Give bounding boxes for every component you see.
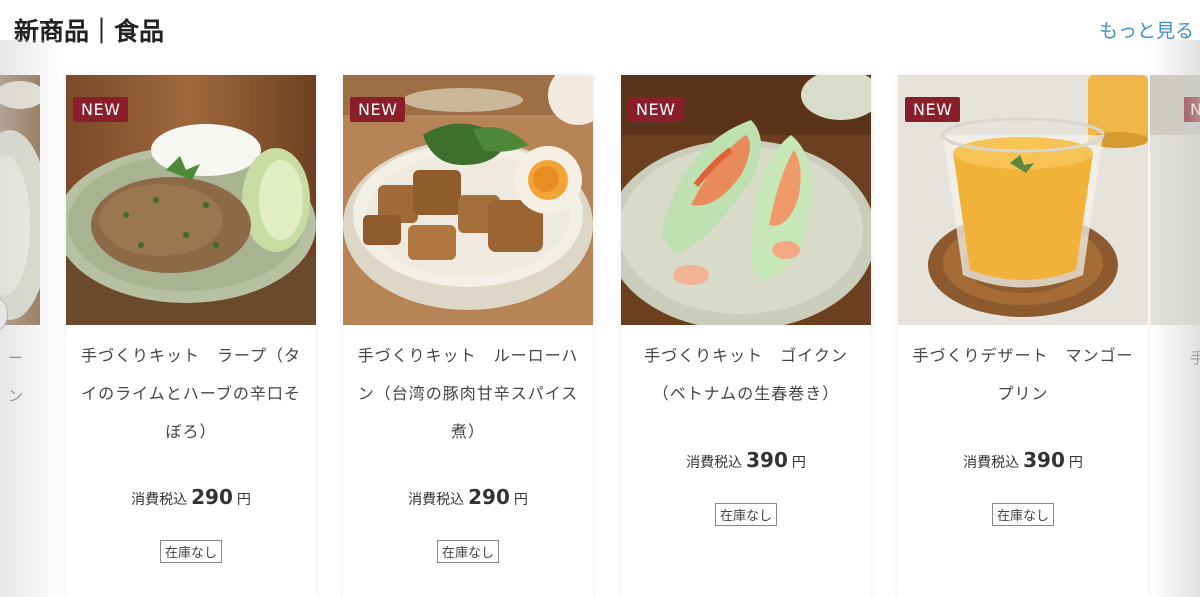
mango-pudding-photo[interactable]: NEW [898,75,1148,325]
section-title: 新商品｜食品 [14,17,165,46]
partial-new-badge: N [1184,97,1200,122]
spring-roll-photo[interactable]: NEW [621,75,871,325]
price-label: 消費税込 [408,492,465,508]
new-badge: NEW [73,97,129,122]
stock-status: 在庫なし [991,503,1055,526]
product-name[interactable]: 手づくりキット ルーローハン（台湾の豚肉甘辛スパイス煮） [353,337,583,451]
product-name[interactable]: 手づくりデザート マンゴープリン [908,337,1138,413]
product-price: 消費税込 390 円 [621,448,871,472]
luroufan-bowl-photo[interactable]: NEW [343,75,593,325]
price-currency: 円 [236,492,251,508]
larb-plate-photo[interactable]: NEW [66,75,316,325]
price-value: 290 [191,485,233,509]
stock-status: 在庫なし [159,540,223,563]
price-currency: 円 [1068,455,1083,471]
new-badge: NEW [350,97,406,122]
see-more-link[interactable]: もっと見る [1099,16,1194,43]
product-price: 消費税込 290 円 [343,485,593,509]
product-name[interactable]: 手づくりキット ゴイクン（ベトナムの生春巻き） [631,337,861,413]
price-value: 290 [468,485,510,509]
new-badge: NEW [628,97,684,122]
product-card[interactable]: NEW 手づくりデザート マンゴープリン 消費税込 390 円 在庫なし [898,75,1148,597]
price-label: 消費税込 [963,455,1020,471]
stock-status: 在庫なし [436,540,500,563]
stock-status: 在庫なし [714,503,778,526]
partial-right-text: 手 [1190,349,1200,367]
partial-card-right[interactable]: N 手 [1150,75,1200,597]
price-label: 消費税込 [131,492,188,508]
product-card[interactable]: NEW 手づくりキット ラープ（タイのライムとハーブの辛口そぼろ） 消費税込 29… [66,75,316,597]
product-carousel: NEW 手づくりキット ラープ（タイのライムとハーブの辛口そぼろ） 消費税込 29… [0,75,1200,597]
product-price: 消費税込 290 円 [66,485,316,509]
product-price: 消費税込 390 円 [898,448,1148,472]
price-currency: 円 [791,455,806,471]
price-value: 390 [1023,448,1065,472]
price-value: 390 [746,448,788,472]
product-card[interactable]: NEW 手づくりキット ルーローハン（台湾の豚肉甘辛スパイス煮） 消費税込 290… [343,75,593,597]
product-card[interactable]: NEW 手づくりキット ゴイクン（ベトナムの生春巻き） 消費税込 390 円 在庫な… [621,75,871,597]
product-name[interactable]: 手づくりキット ラープ（タイのライムとハーブの辛口そぼろ） [76,337,306,451]
price-label: 消費税込 [686,455,743,471]
new-badge: NEW [905,97,961,122]
price-currency: 円 [513,492,528,508]
